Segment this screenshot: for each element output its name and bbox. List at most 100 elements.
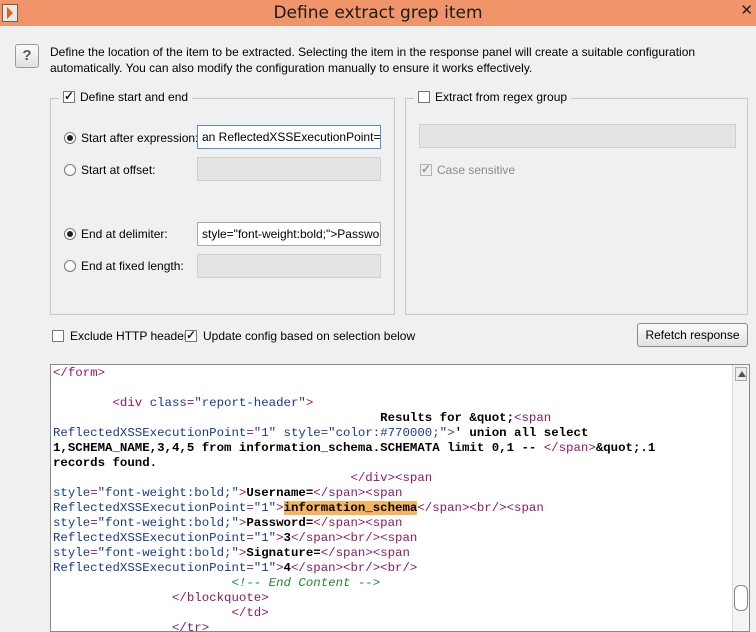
response-editor[interactable]: </form> <div class="report-header"> Resu… (50, 364, 750, 632)
response-token: Results for &quot; (53, 411, 515, 425)
response-token: <div (112, 396, 150, 410)
start-after-input[interactable]: an ReflectedXSSExecutionPoint="1"> (197, 125, 381, 149)
start-offset-radio[interactable] (64, 164, 76, 176)
title-bar: Define extract grep item ✕ (0, 0, 756, 26)
start-end-legend: Define start and end (59, 89, 193, 104)
response-token: </span><br/><br/> (290, 561, 418, 575)
response-token: = (90, 486, 98, 500)
response-token: "1" (253, 501, 277, 515)
response-token: > (447, 426, 455, 440)
response-token (53, 606, 231, 620)
start-offset-label: Start at offset: (81, 163, 156, 177)
scroll-up-icon[interactable] (735, 367, 747, 381)
selected-text: information_schema (283, 501, 418, 515)
response-token (53, 576, 231, 590)
response-token: </td> (231, 606, 269, 620)
exclude-headers-label: Exclude HTTP headers (70, 329, 194, 343)
case-sensitive-checkbox[interactable] (420, 162, 432, 176)
response-token: </blockquote> (171, 591, 269, 605)
response-token: <!-- End Content --> (231, 576, 381, 590)
define-start-end-checkbox[interactable] (63, 89, 75, 103)
extract-regex-checkbox[interactable] (418, 91, 430, 103)
response-token: ReflectedXSSExecutionPoint (53, 426, 247, 440)
response-line: style="font-weight:bold;">Signature=</sp… (53, 546, 733, 561)
response-token: &quot;.1 (595, 441, 656, 455)
response-token: "1" (253, 561, 277, 575)
response-token: = (90, 516, 98, 530)
response-line: Results for &quot;<span (53, 411, 733, 426)
response-token: > (276, 561, 284, 575)
response-token: = (246, 531, 254, 545)
start-after-label: Start after expression: (81, 131, 199, 145)
response-token: ' union all select (454, 426, 589, 440)
response-token: ReflectedXSSExecutionPoint (53, 561, 247, 575)
start-offset-input[interactable] (197, 157, 381, 181)
response-line (53, 381, 733, 396)
end-fixed-input[interactable] (197, 254, 381, 278)
scroll-thumb[interactable] (734, 585, 748, 611)
response-token: style (53, 486, 91, 500)
response-token: </tr> (171, 621, 210, 632)
window-title: Define extract grep item (273, 3, 483, 23)
start-after-radio[interactable] (64, 132, 76, 144)
response-token: </span><br/><span (417, 501, 544, 515)
response-token (53, 471, 350, 485)
end-fixed-label: End at fixed length: (81, 259, 184, 273)
update-config-option: Update config based on selection below (185, 328, 416, 343)
response-token: ReflectedXSSExecutionPoint (53, 531, 247, 545)
response-token: </span><span (313, 516, 403, 530)
regex-group: Extract from regex group Case sensitive (405, 90, 748, 315)
response-token: </form> (53, 366, 106, 380)
vertical-scrollbar[interactable] (732, 365, 749, 631)
response-token: 3 (283, 531, 291, 545)
response-token: > (276, 531, 284, 545)
response-token: = (90, 546, 98, 560)
response-token (53, 396, 113, 410)
response-token: </span><span (313, 486, 403, 500)
response-token: "font-weight:bold;" (97, 516, 239, 530)
response-token: style (53, 546, 91, 560)
response-line: ReflectedXSSExecutionPoint="1">informati… (53, 501, 733, 516)
response-line: style="font-weight:bold;">Username=</spa… (53, 486, 733, 501)
response-token: "font-weight:bold;" (97, 486, 239, 500)
response-line: </form> (53, 366, 733, 381)
response-line: ReflectedXSSExecutionPoint="1">3</span><… (53, 531, 733, 546)
help-description: Define the location of the item to be ex… (50, 45, 696, 75)
refetch-response-button[interactable]: Refetch response (637, 323, 748, 347)
response-line: </blockquote> (53, 591, 733, 606)
response-line: <!-- End Content --> (53, 576, 733, 591)
update-config-checkbox[interactable] (185, 328, 197, 342)
update-config-label: Update config based on selection below (203, 329, 416, 343)
response-token: records found. (53, 456, 158, 470)
response-token: "1" (253, 426, 284, 440)
response-line: 1,SCHEMA_NAME,3,4,5 from information_sch… (53, 441, 733, 456)
response-token: = (246, 426, 254, 440)
regex-input[interactable] (419, 124, 736, 148)
close-icon[interactable]: ✕ (740, 1, 753, 19)
response-token: = (246, 561, 254, 575)
response-token: class (149, 396, 187, 410)
response-token: ReflectedXSSExecutionPoint (53, 501, 247, 515)
extract-regex-label: Extract from regex group (435, 90, 568, 104)
response-token: 1,SCHEMA_NAME,3,4,5 from information_sch… (53, 441, 544, 455)
end-delimiter-input[interactable]: style="font-weight:bold;">Password (197, 222, 381, 246)
response-token: style (283, 426, 321, 440)
response-token: <span (514, 411, 552, 425)
response-token: </span><br/><span (290, 531, 418, 545)
help-icon[interactable]: ? (15, 44, 39, 68)
case-sensitive-option: Case sensitive (420, 162, 515, 177)
response-token: </span> (543, 441, 596, 455)
response-token: </div><span (350, 471, 433, 485)
response-token: Password= (246, 516, 314, 530)
response-token: = (246, 501, 254, 515)
exclude-headers-checkbox[interactable] (52, 330, 64, 342)
start-end-group: Define start and end Start after express… (50, 89, 395, 315)
response-line: </div><span (53, 471, 733, 486)
end-delimiter-radio[interactable] (64, 228, 76, 240)
response-line: ReflectedXSSExecutionPoint="1" style="co… (53, 426, 733, 441)
response-token: Username= (246, 486, 314, 500)
response-token (53, 591, 172, 605)
response-line: </td> (53, 606, 733, 621)
response-text[interactable]: </form> <div class="report-header"> Resu… (53, 366, 733, 632)
end-fixed-radio[interactable] (64, 260, 76, 272)
